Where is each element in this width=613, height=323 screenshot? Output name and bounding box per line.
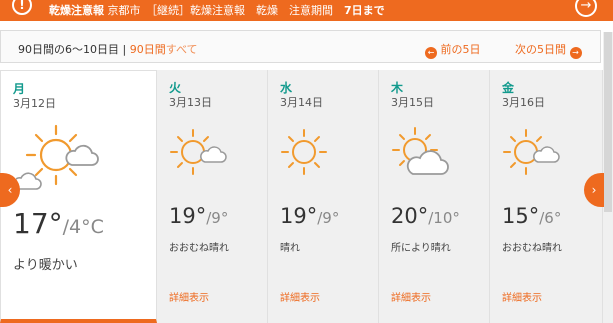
- day-date: 3月14日: [280, 96, 323, 109]
- detail-link[interactable]: 詳細表示: [502, 289, 542, 304]
- sun-small-cloud-icon: [170, 129, 227, 175]
- day-card[interactable]: 火 3月13日 19°/9° おおむね晴れ 詳細表示: [157, 70, 268, 323]
- weather-description: 晴れ: [280, 243, 300, 254]
- temperature: 19°/9°: [169, 204, 228, 228]
- temperature: 17°/4°C: [13, 207, 104, 240]
- sun-icon: [281, 129, 327, 175]
- alert-title: 乾燥注意報: [49, 4, 104, 17]
- sun-cloud-icon: [392, 127, 449, 175]
- all-days-link[interactable]: 90日間: [130, 43, 166, 56]
- scrollbar[interactable]: [603, 32, 613, 323]
- weather-description: おおむね晴れ: [502, 243, 562, 254]
- chevron-right-icon: ›: [591, 183, 597, 197]
- low-temp: /10°: [428, 209, 460, 227]
- day-date: 3月13日: [169, 96, 212, 109]
- high-temp: 20°: [391, 204, 429, 228]
- high-temp: 19°: [169, 204, 207, 228]
- low-temp: /4°C: [62, 216, 104, 238]
- low-temp: /9°: [206, 209, 229, 227]
- scrollbar-thumb[interactable]: [604, 32, 612, 212]
- all-days-suffix[interactable]: すべて: [166, 43, 198, 56]
- detail-link[interactable]: 詳細表示: [169, 289, 209, 304]
- weather-description: 所により晴れ: [391, 243, 451, 254]
- temperature: 15°/6°: [502, 204, 561, 228]
- weather-description: より暖かい: [13, 258, 78, 273]
- period-navigation: 90日間の6～10日目 | 90日間すべて ← 前の5日 次の5日間 →: [0, 30, 601, 63]
- alert-region: 京都市: [107, 4, 141, 17]
- alert-body: ［継続］乾燥注意報 乾燥 注意期間: [151, 4, 334, 17]
- alert-period: 7日まで: [344, 4, 385, 17]
- weather-alert-banner[interactable]: ! 乾燥注意報 京都市 ［継続］乾燥注意報 乾燥 注意期間 7日まで →: [0, 0, 613, 21]
- low-temp: /9°: [317, 209, 340, 227]
- arrow-right-icon: →: [569, 47, 582, 59]
- forecast-days: 月 3月12日 17°/4°C より暖かい 火 3月13日 19°/9° おおむ…: [0, 70, 603, 323]
- chevron-left-icon: ‹: [7, 183, 13, 197]
- detail-link[interactable]: 詳細表示: [391, 289, 431, 304]
- temperature: 19°/9°: [280, 204, 339, 228]
- day-date: 3月15日: [391, 96, 434, 109]
- current-range: 90日間の6～10日目: [18, 43, 119, 56]
- day-card[interactable]: 水 3月14日 19°/9° 晴れ 詳細表示: [268, 70, 379, 323]
- day-card[interactable]: 木 3月15日 20°/10° 所により晴れ 詳細表示: [379, 70, 490, 323]
- high-temp: 17°: [13, 207, 63, 240]
- prev-5-days-link[interactable]: ← 前の5日: [425, 41, 481, 59]
- detail-link[interactable]: 詳細表示: [280, 289, 320, 304]
- alert-text: 乾燥注意報 京都市 ［継続］乾燥注意報 乾燥 注意期間 7日まで: [49, 2, 385, 18]
- prev-label: 前の5日: [440, 43, 481, 56]
- arrow-right-circle-icon[interactable]: →: [575, 0, 597, 17]
- sun-small-cloud-icon: [503, 129, 560, 175]
- arrow-left-icon: ←: [425, 47, 437, 59]
- next-label: 次の5日間: [515, 43, 566, 56]
- day-date: 3月16日: [502, 96, 545, 109]
- separator: |: [122, 43, 127, 56]
- sun-cloud-icon: [16, 124, 99, 190]
- next-5-days-link[interactable]: 次の5日間 →: [515, 41, 582, 59]
- range-label: 90日間の6～10日目 | 90日間すべて: [18, 41, 198, 57]
- day-date: 3月12日: [13, 97, 56, 110]
- high-temp: 19°: [280, 204, 318, 228]
- weather-description: おおむね晴れ: [169, 243, 229, 254]
- low-temp: /6°: [539, 209, 562, 227]
- temperature: 20°/10°: [391, 204, 460, 228]
- day-card-today[interactable]: 月 3月12日 17°/4°C より暖かい: [0, 70, 157, 323]
- high-temp: 15°: [502, 204, 540, 228]
- warning-icon: !: [12, 0, 32, 15]
